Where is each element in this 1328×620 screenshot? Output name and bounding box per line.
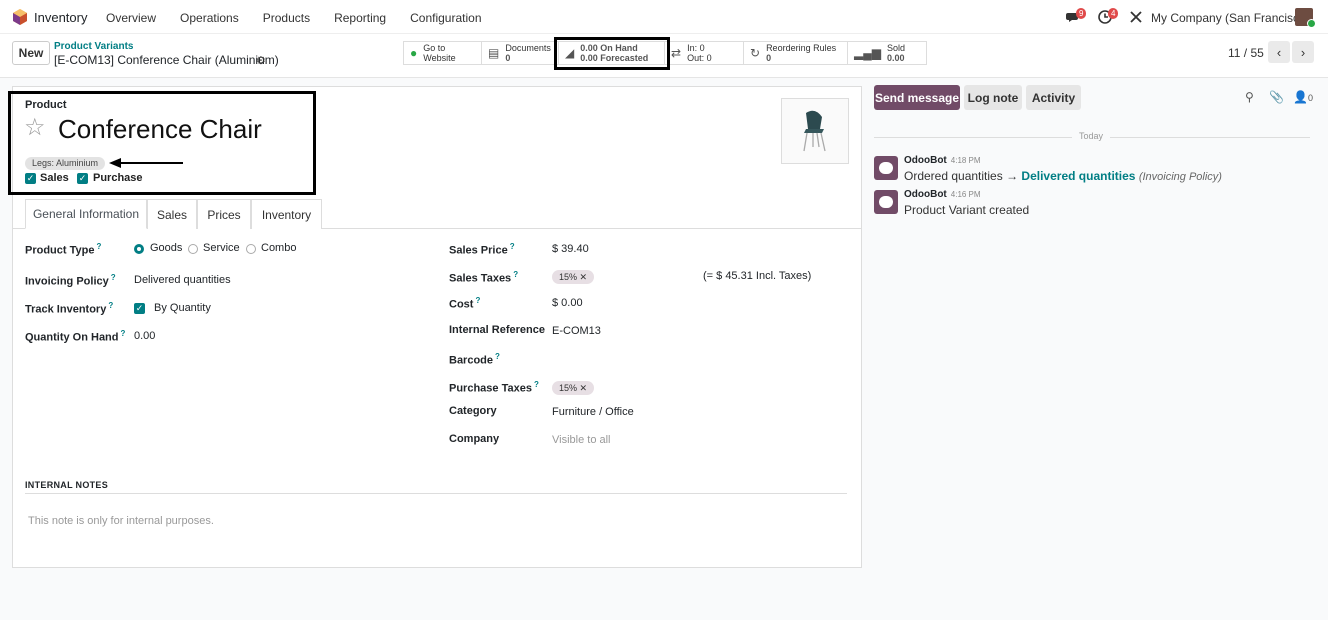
category-label: Category <box>449 405 497 417</box>
avatar[interactable] <box>874 156 898 180</box>
chair-image <box>803 110 826 152</box>
chat-badge: 9 <box>1076 8 1087 19</box>
cost-field[interactable]: $ 0.00 <box>552 297 583 309</box>
quantity-on-hand-label: Quantity On Hand? <box>25 329 126 344</box>
track-inventory-checkbox[interactable]: ✓ <box>134 303 145 314</box>
sold-button[interactable]: ▂▄▆ Sold 0.00 <box>848 42 926 64</box>
type-service-label: Service <box>203 242 240 254</box>
tab-general-information[interactable]: General Information <box>25 199 147 229</box>
quantity-on-hand-value[interactable]: 0.00 <box>134 330 155 342</box>
type-goods-radio[interactable] <box>134 244 144 254</box>
arrow-right-icon: → <box>1006 169 1019 183</box>
menu-reporting[interactable]: Reporting <box>334 11 386 25</box>
breadcrumb-current: [E-COM13] Conference Chair (Aluminium) <box>54 53 279 67</box>
message-author: OdooBot 4:16 PM <box>904 189 981 200</box>
type-combo-label: Combo <box>261 242 297 254</box>
type-goods-label: Goods <box>150 242 183 254</box>
internal-notes-heading: INTERNAL NOTES <box>25 480 109 490</box>
today-label: Today <box>1079 131 1104 141</box>
documents-button[interactable]: ▤ Documents 0 <box>482 42 559 64</box>
track-inventory-value[interactable]: By Quantity <box>154 302 211 314</box>
chevron-right-icon: › <box>1300 44 1306 60</box>
internal-reference-label: Internal Reference <box>449 324 545 336</box>
menu-products[interactable]: Products <box>263 11 310 25</box>
tab-prices[interactable]: Prices <box>197 199 251 229</box>
debug-tools-icon[interactable] <box>1129 10 1143 24</box>
pager-next-button[interactable]: › <box>1292 41 1314 63</box>
type-combo-radio[interactable] <box>246 244 256 254</box>
send-message-button[interactable]: Send message <box>874 85 960 110</box>
message-body: Product Variant created <box>904 203 1030 217</box>
remove-icon[interactable]: ✕ <box>580 272 588 282</box>
incl-taxes-text: (= $ 45.31 Incl. Taxes) <box>703 270 812 282</box>
track-inventory-label: Track Inventory? <box>25 301 114 316</box>
menu-overview[interactable]: Overview <box>106 11 156 25</box>
company-switcher[interactable]: My Company (San Francisco) <box>1151 11 1310 25</box>
category-field[interactable]: Furniture / Office <box>552 406 634 418</box>
app-name[interactable]: Inventory <box>34 10 87 25</box>
today-divider-left <box>874 137 1072 138</box>
globe-icon: ● <box>410 46 418 60</box>
activity-badge: 4 <box>1108 8 1119 19</box>
message-author: OdooBot 4:18 PM <box>904 155 981 166</box>
menu-operations[interactable]: Operations <box>180 11 239 25</box>
internal-reference-field[interactable]: E-COM13 <box>552 325 601 337</box>
gear-icon[interactable]: ⚙ <box>256 54 266 67</box>
sales-tax-tag[interactable]: 15% ✕ <box>552 270 595 284</box>
remove-icon[interactable]: ✕ <box>580 383 588 393</box>
log-note-button[interactable]: Log note <box>964 85 1022 110</box>
product-type-label: Product Type? <box>25 242 102 257</box>
activity-button[interactable]: Activity <box>1026 85 1081 110</box>
menu-configuration[interactable]: Configuration <box>410 11 481 25</box>
sales-price-label: Sales Price? <box>449 242 515 257</box>
pager-previous-button[interactable]: ‹ <box>1268 41 1290 63</box>
internal-notes-editor[interactable]: This note is only for internal purposes. <box>28 515 214 527</box>
invoicing-policy-select[interactable]: Delivered quantities <box>134 274 231 286</box>
purchase-tax-tag[interactable]: 15% ✕ <box>552 381 595 395</box>
top-navbar: Inventory Overview Operations Products R… <box>0 0 1328 34</box>
invoicing-policy-label: Invoicing Policy? <box>25 273 116 288</box>
company-label: Company <box>449 433 500 445</box>
sales-price-field[interactable]: $ 39.40 <box>552 243 589 255</box>
highlight-box-on-hand <box>554 37 670 70</box>
refresh-icon: ↻ <box>750 46 761 60</box>
main-menu: Overview Operations Products Reporting C… <box>106 11 506 25</box>
new-button[interactable]: New <box>12 41 50 65</box>
go-to-website-button[interactable]: ● Go to Website <box>404 42 482 64</box>
tab-sales[interactable]: Sales <box>147 199 197 229</box>
exchange-icon: ⇄ <box>671 46 682 60</box>
product-image[interactable] <box>781 98 849 164</box>
purchase-taxes-label: Purchase Taxes? <box>449 380 539 395</box>
avatar[interactable] <box>874 190 898 214</box>
user-avatar[interactable] <box>1295 8 1316 28</box>
highlight-box-title <box>8 91 316 195</box>
barcode-label: Barcode? <box>449 352 500 367</box>
company-field[interactable]: Visible to all <box>552 434 611 446</box>
inventory-app-icon[interactable] <box>12 9 28 25</box>
paperclip-icon[interactable]: 📎 <box>1269 90 1284 104</box>
followers-icon[interactable]: 👤0 <box>1293 90 1313 104</box>
tab-inventory[interactable]: Inventory <box>251 199 322 229</box>
signal-bars-icon: ▂▄▆ <box>854 46 881 60</box>
type-service-radio[interactable] <box>188 244 198 254</box>
chevron-left-icon: ‹ <box>1276 44 1282 60</box>
pager-value[interactable]: 11 / 55 <box>1228 46 1264 60</box>
cost-label: Cost? <box>449 296 481 311</box>
notes-divider <box>25 493 847 494</box>
breadcrumb-parent[interactable]: Product Variants <box>54 41 133 52</box>
reordering-rules-button[interactable]: ↻ Reordering Rules 0 <box>744 42 848 64</box>
search-icon[interactable]: ⚲ <box>1245 90 1254 104</box>
sales-taxes-label: Sales Taxes? <box>449 270 519 285</box>
in-out-button[interactable]: ⇄ In: 0 Out: 0 <box>665 42 744 64</box>
message-body: Ordered quantities → Delivered quantitie… <box>904 169 1222 183</box>
document-icon: ▤ <box>488 46 500 60</box>
today-divider-right <box>1110 137 1310 138</box>
